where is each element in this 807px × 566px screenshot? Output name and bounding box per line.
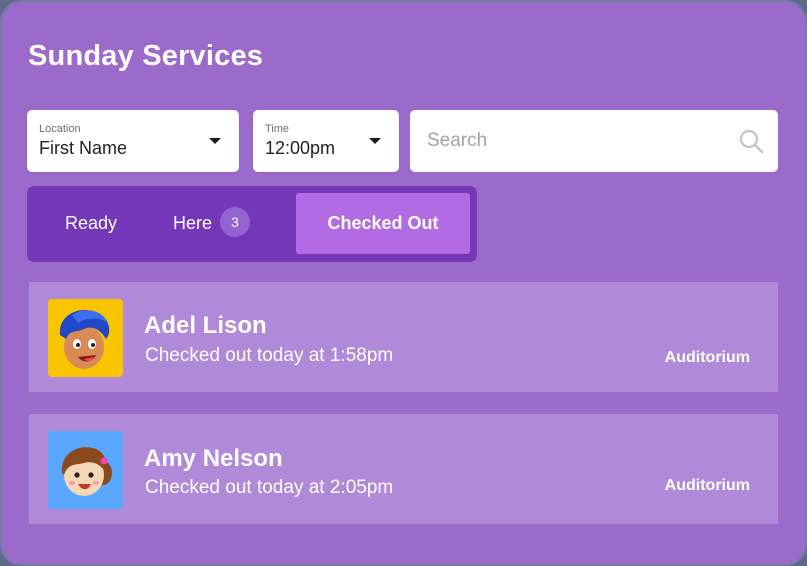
person-name: Amy Nelson: [144, 445, 283, 472]
location-label: Location: [39, 123, 81, 135]
checkout-status: Checked out today at 1:58pm: [145, 345, 394, 366]
page-title: Sunday Services: [28, 40, 264, 72]
list-item[interactable]: Amy Nelson Checked out today at 2:05pm A…: [29, 414, 778, 524]
tab-here-label: Here: [173, 213, 213, 233]
avatar: [48, 299, 123, 377]
location-value: First Name: [39, 138, 128, 158]
tab-checked-out[interactable]: Checked Out: [296, 193, 470, 254]
status-tabs: Ready Here 3 Checked Out: [27, 186, 477, 262]
search-box: [410, 110, 778, 172]
checkout-status: Checked out today at 2:05pm: [145, 477, 394, 498]
time-label: Time: [265, 123, 290, 135]
caret-down-icon: [369, 138, 381, 144]
tab-ready[interactable]: Ready: [65, 193, 117, 254]
checkin-panel: Sunday Services Location First Name Time…: [0, 0, 807, 566]
search-input[interactable]: [410, 110, 730, 172]
avatar: [48, 431, 123, 509]
boy-avatar-icon: [48, 299, 123, 377]
tab-checked-out-label: Checked Out: [327, 213, 439, 233]
caret-down-icon: [209, 138, 221, 144]
time-value: 12:00pm: [265, 138, 336, 158]
room-label: Auditorium: [664, 477, 750, 494]
search-icon[interactable]: [738, 128, 764, 154]
list-item[interactable]: Adel Lison Checked out today at 1:58pm A…: [29, 282, 778, 392]
time-dropdown[interactable]: Time 12:00pm: [253, 110, 399, 172]
person-name: Adel Lison: [144, 312, 267, 339]
here-count-badge: 3: [220, 207, 251, 238]
location-dropdown[interactable]: Location First Name: [27, 110, 239, 172]
tab-ready-label: Ready: [65, 213, 118, 233]
girl-avatar-icon: [48, 431, 123, 509]
tab-here[interactable]: Here 3: [173, 193, 251, 254]
room-label: Auditorium: [664, 349, 750, 366]
